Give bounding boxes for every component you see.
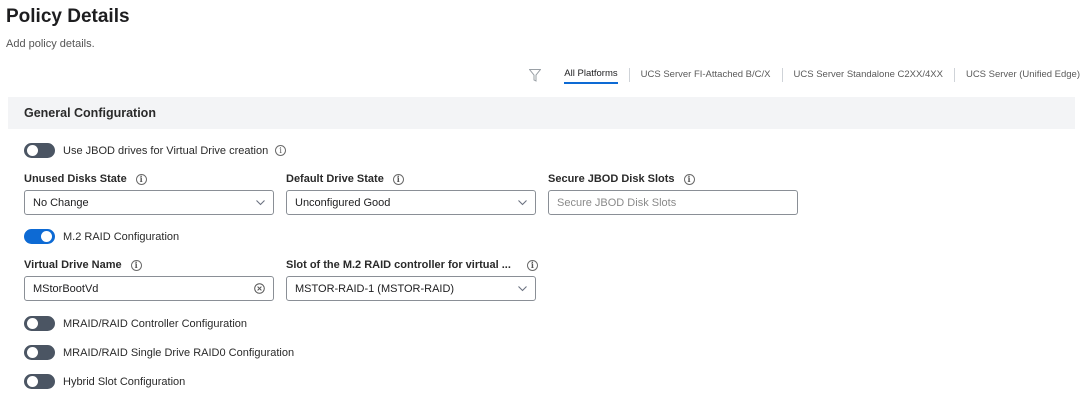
jbod-toggle-row: Use JBOD drives for Virtual Drive creati… [24,143,287,158]
info-icon[interactable]: i [526,259,538,271]
m2-raid-toggle[interactable] [24,229,55,244]
tab-ucs-standalone[interactable]: UCS Server Standalone C2XX/4XX [794,67,943,83]
info-icon[interactable]: i [135,173,147,185]
default-drive-select[interactable]: Unconfigured Good [286,190,536,215]
jbod-toggle[interactable] [24,143,55,158]
tab-ucs-fi-attached[interactable]: UCS Server FI-Attached B/C/X [641,67,771,83]
tab-all-platforms[interactable]: All Platforms [564,66,618,84]
unused-disks-select[interactable]: No Change [24,190,274,215]
m2-raid-toggle-row: M.2 RAID Configuration [24,229,179,244]
raid0-toggle[interactable] [24,345,55,360]
m2-slot-label: Slot of the M.2 RAID controller for virt… [286,259,538,271]
filter-icon[interactable] [528,68,542,82]
chevron-down-icon [517,198,527,208]
mraid-toggle-row: MRAID/RAID Controller Configuration [24,316,247,331]
hybrid-slot-toggle[interactable] [24,374,55,389]
tab-divider [953,68,955,82]
raid0-toggle-label: MRAID/RAID Single Drive RAID0 Configurat… [63,346,295,359]
tab-ucs-unified-edge[interactable]: UCS Server (Unified Edge) [966,67,1080,83]
chevron-down-icon [255,198,265,208]
info-icon[interactable]: i [275,145,287,156]
mraid-toggle[interactable] [24,316,55,331]
secure-jbod-input[interactable]: Secure JBOD Disk Slots [548,190,798,215]
info-icon[interactable]: i [683,173,695,185]
tab-divider [781,68,783,82]
m2-slot-select[interactable]: MSTOR-RAID-1 (MSTOR-RAID) [286,276,536,301]
secure-jbod-label: Secure JBOD Disk Slots i [548,173,695,185]
page-title: Policy Details [6,6,130,27]
info-icon[interactable]: i [130,259,142,271]
unused-disks-label: Unused Disks State i [24,173,147,185]
hybrid-slot-toggle-label: Hybrid Slot Configuration [63,375,186,388]
page-subtitle: Add policy details. [6,38,95,50]
section-header-general-configuration: General Configuration [8,97,1075,129]
hybrid-slot-toggle-row: Hybrid Slot Configuration [24,374,185,389]
default-drive-label: Default Drive State i [286,173,404,185]
mraid-toggle-label: MRAID/RAID Controller Configuration [63,317,248,330]
m2-raid-toggle-label: M.2 RAID Configuration [63,230,180,243]
chevron-down-icon [517,284,527,294]
virtual-drive-name-input[interactable]: MStorBootVd [24,276,274,301]
virtual-drive-name-label: Virtual Drive Name i [24,259,142,271]
raid0-toggle-row: MRAID/RAID Single Drive RAID0 Configurat… [24,345,294,360]
info-icon[interactable]: i [392,173,404,185]
clear-icon[interactable] [253,283,265,295]
platform-filter-bar: All Platforms UCS Server FI-Attached B/C… [528,66,1080,84]
tab-divider [628,68,630,82]
jbod-toggle-label: Use JBOD drives for Virtual Drive creati… [63,144,269,157]
